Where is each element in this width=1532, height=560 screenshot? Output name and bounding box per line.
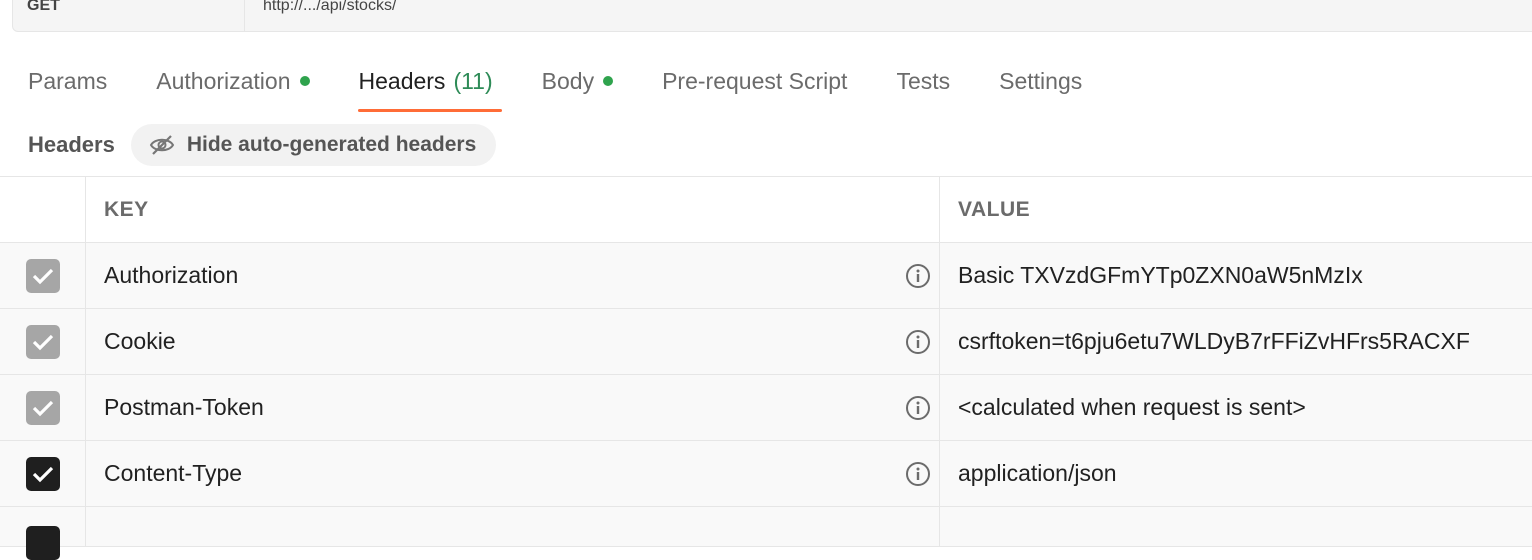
- row-checkbox[interactable]: [25, 390, 60, 425]
- tab-label: Pre-request Script: [662, 67, 848, 94]
- table-row: [0, 507, 1532, 560]
- key-text: Cookie: [104, 328, 176, 354]
- url-bar: GET http://.../api/stocks/: [12, 0, 1532, 32]
- checkbox-cell: [0, 309, 86, 374]
- check-icon: [32, 268, 53, 284]
- eye-off-icon: [149, 135, 174, 155]
- value-cell[interactable]: Basic TXVzdGFmYTp0ZXN0aW5nMzIx: [940, 243, 1532, 308]
- tab-label: Authorization: [156, 67, 291, 94]
- value-cell[interactable]: <calculated when request is sent>: [940, 375, 1532, 440]
- tab-label: Params: [28, 67, 108, 94]
- tab-label: Tests: [896, 67, 951, 94]
- key-cell[interactable]: Content-Type: [86, 441, 940, 506]
- key-text: Content-Type: [104, 460, 243, 486]
- key-column-header: KEY: [86, 177, 940, 242]
- tab-authorization[interactable]: Authorization: [156, 50, 310, 112]
- tab-body[interactable]: Body: [541, 50, 614, 112]
- table-row: Authorization Basic TXVzdGFmYTp0ZXN0aW5n…: [0, 243, 1532, 309]
- status-dot: [603, 76, 614, 86]
- value-cell[interactable]: csrftoken=t6pju6etu7WLDyB7rFFiZvHFrs5RAC…: [940, 309, 1532, 374]
- checkbox-cell: [0, 243, 86, 308]
- table-row: Cookie csrftoken=t6pju6etu7WLDyB7rFFiZvH…: [0, 309, 1532, 375]
- table-row: Content-Type application/json: [0, 441, 1532, 507]
- key-text: Authorization: [104, 262, 239, 288]
- tab-label: Body: [541, 67, 595, 94]
- key-cell[interactable]: [86, 507, 940, 546]
- value-cell[interactable]: [940, 507, 1532, 546]
- tab-tests[interactable]: Tests: [896, 50, 950, 112]
- table-row: Postman-Token <calculated when request i…: [0, 375, 1532, 441]
- tab-label: Headers: [358, 67, 446, 94]
- hide-button-label: Hide auto-generated headers: [186, 133, 477, 156]
- headers-title: Headers: [28, 132, 115, 157]
- info-icon[interactable]: [905, 263, 931, 289]
- value-cell[interactable]: application/json: [940, 441, 1532, 506]
- key-cell[interactable]: Cookie: [86, 309, 940, 374]
- tab-headers[interactable]: Headers (11): [357, 50, 502, 112]
- method-select[interactable]: GET: [13, 0, 245, 31]
- checkbox-column-header: [0, 177, 86, 242]
- check-icon: [32, 466, 53, 482]
- key-cell[interactable]: Postman-Token: [86, 375, 940, 440]
- tab-pre-request-script[interactable]: Pre-request Script: [662, 50, 847, 112]
- checkbox-cell: [0, 507, 86, 560]
- hide-auto-generated-headers-button[interactable]: Hide auto-generated headers: [130, 124, 497, 166]
- tab-settings[interactable]: Settings: [999, 50, 1082, 112]
- tab-params[interactable]: Params: [28, 50, 107, 112]
- table-header-row: KEY VALUE: [0, 177, 1532, 243]
- url-input[interactable]: http://.../api/stocks/: [245, 0, 414, 31]
- tab-label: Settings: [999, 67, 1083, 94]
- check-icon: [32, 400, 53, 416]
- row-checkbox[interactable]: [25, 456, 60, 491]
- checkbox-cell: [0, 375, 86, 440]
- check-icon: [32, 334, 53, 350]
- key-text: Postman-Token: [104, 394, 264, 420]
- key-cell[interactable]: Authorization: [86, 243, 940, 308]
- headers-toolbar: Headers Hide auto-generated headers: [0, 118, 1532, 172]
- row-checkbox[interactable]: [25, 324, 60, 359]
- row-checkbox[interactable]: [25, 258, 60, 293]
- checkbox-cell: [0, 441, 86, 506]
- row-checkbox[interactable]: [25, 525, 60, 560]
- status-dot: [299, 76, 310, 86]
- request-tabs: Params Authorization Headers (11) Body P…: [0, 50, 1532, 112]
- info-icon[interactable]: [905, 461, 931, 487]
- info-icon[interactable]: [905, 395, 931, 421]
- info-icon[interactable]: [905, 329, 931, 355]
- value-column-header: VALUE: [958, 197, 1031, 221]
- headers-table: KEY VALUE Authorization Basic TXVzdGFmYT…: [0, 176, 1532, 560]
- headers-count: (11): [453, 67, 493, 94]
